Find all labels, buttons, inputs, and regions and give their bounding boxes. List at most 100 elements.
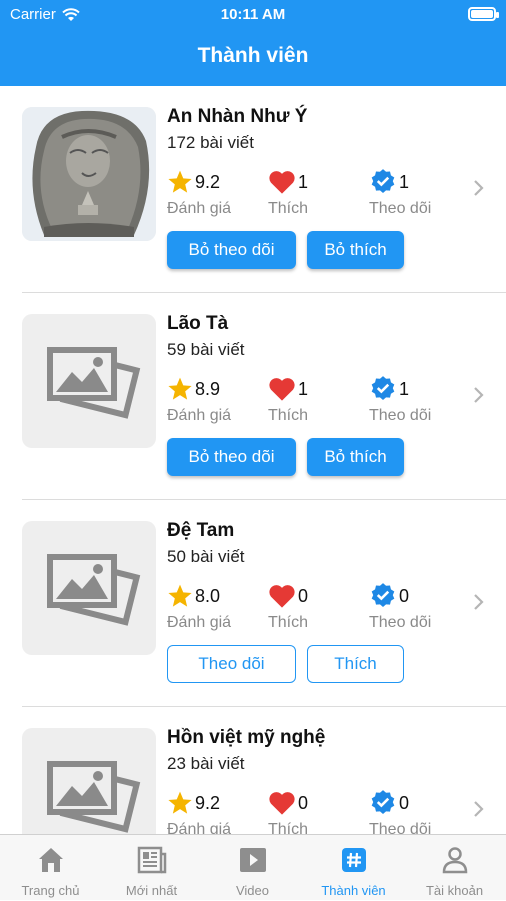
chevron-right-icon[interactable] bbox=[472, 385, 486, 405]
verified-icon bbox=[371, 790, 395, 814]
image-placeholder-icon bbox=[47, 761, 141, 833]
battery-icon bbox=[468, 7, 499, 21]
member-avatar bbox=[22, 521, 156, 655]
follows-value: 0 bbox=[399, 585, 410, 606]
unlike-button[interactable]: Bỏ thích bbox=[307, 438, 404, 476]
status-bar: Carrier 10:11 AM bbox=[0, 0, 506, 30]
rating-label: Đánh giá bbox=[167, 821, 232, 834]
member-card[interactable]: Đệ Tam 50 bài viết 8.0 Đánh giá 0 Thích … bbox=[0, 500, 506, 707]
follows-label: Theo dõi bbox=[369, 614, 432, 631]
tab-bar: Trang chủ Mới nhất Video Thành viên Tài … bbox=[0, 834, 506, 900]
rating-value: 9.2 bbox=[195, 171, 221, 192]
tab-label: Trang chủ bbox=[21, 883, 80, 898]
navigation-bar: Thành viên bbox=[0, 30, 506, 86]
member-card[interactable]: Hồn việt mỹ nghệ 23 bài viết 9.2 Đánh gi… bbox=[0, 707, 506, 834]
follows-value: 0 bbox=[399, 792, 410, 813]
rating-label: Đánh giá bbox=[167, 407, 232, 424]
post-count: 59 bài viết bbox=[167, 340, 245, 359]
unfollow-button[interactable]: Bỏ theo dõi bbox=[167, 438, 296, 476]
likes-label: Thích bbox=[268, 200, 309, 217]
likes-value: 1 bbox=[298, 171, 309, 192]
member-card[interactable]: Lão Tà 59 bài viết 8.9 Đánh giá 1 Thích … bbox=[0, 293, 506, 500]
member-avatar bbox=[22, 314, 156, 448]
star-icon bbox=[168, 170, 192, 193]
like-button[interactable]: Thích bbox=[307, 645, 404, 683]
follows-stat: 0 Theo dõi bbox=[369, 789, 469, 834]
heart-icon bbox=[269, 171, 295, 194]
heart-icon bbox=[269, 792, 295, 815]
member-avatar bbox=[22, 728, 156, 834]
rating-value: 8.0 bbox=[195, 585, 221, 606]
heart-icon bbox=[269, 585, 295, 608]
member-list[interactable]: An Nhàn Như Ý 172 bài viết 9.2 Đánh giá … bbox=[0, 86, 506, 834]
post-count: 23 bài viết bbox=[167, 754, 245, 773]
likes-label: Thích bbox=[268, 614, 309, 631]
follows-value: 1 bbox=[399, 171, 410, 192]
follows-label: Theo dõi bbox=[369, 200, 432, 217]
likes-stat: 1 Thích bbox=[268, 375, 368, 425]
tab-members[interactable]: Thành viên bbox=[303, 835, 404, 901]
member-name: An Nhàn Như Ý bbox=[167, 106, 308, 127]
follows-label: Theo dõi bbox=[369, 821, 432, 834]
likes-stat: 1 Thích bbox=[268, 168, 368, 218]
user-icon bbox=[442, 847, 468, 874]
member-name: Lão Tà bbox=[167, 313, 229, 334]
tab-label: Video bbox=[235, 883, 269, 898]
likes-label: Thích bbox=[268, 821, 309, 834]
image-placeholder-icon bbox=[47, 347, 141, 419]
follows-value: 1 bbox=[399, 378, 410, 399]
video-icon bbox=[240, 848, 266, 872]
rating-label: Đánh giá bbox=[167, 200, 232, 217]
unlike-button[interactable]: Bỏ thích bbox=[307, 231, 404, 269]
rating-stat: 8.9 Đánh giá bbox=[167, 375, 267, 425]
likes-value: 0 bbox=[298, 585, 309, 606]
follows-label: Theo dõi bbox=[369, 407, 432, 424]
likes-stat: 0 Thích bbox=[268, 582, 368, 632]
chevron-right-icon[interactable] bbox=[472, 592, 486, 612]
tab-latest[interactable]: Mới nhất bbox=[101, 835, 202, 901]
tab-label: Thành viên bbox=[321, 883, 386, 898]
verified-icon bbox=[371, 169, 395, 193]
rating-value: 8.9 bbox=[195, 378, 221, 399]
clock: 10:11 AM bbox=[220, 6, 286, 23]
verified-icon bbox=[371, 376, 395, 400]
verified-icon bbox=[371, 583, 395, 607]
likes-value: 0 bbox=[298, 792, 309, 813]
rating-stat: 9.2 Đánh giá bbox=[167, 168, 267, 218]
star-icon bbox=[168, 584, 192, 607]
star-icon bbox=[168, 377, 192, 400]
likes-value: 1 bbox=[298, 378, 309, 399]
follows-stat: 1 Theo dõi bbox=[369, 168, 469, 218]
follows-stat: 0 Theo dõi bbox=[369, 582, 469, 632]
home-icon bbox=[39, 848, 63, 872]
likes-label: Thích bbox=[268, 407, 309, 424]
tab-label: Tài khoản bbox=[425, 883, 484, 898]
follow-button[interactable]: Theo dõi bbox=[167, 645, 296, 683]
rating-stat: 8.0 Đánh giá bbox=[167, 582, 267, 632]
tab-label: Mới nhất bbox=[125, 883, 178, 898]
unfollow-button[interactable]: Bỏ theo dõi bbox=[167, 231, 296, 269]
post-count: 50 bài viết bbox=[167, 547, 245, 566]
member-card[interactable]: An Nhàn Như Ý 172 bài viết 9.2 Đánh giá … bbox=[0, 86, 506, 293]
post-count: 172 bài viết bbox=[167, 133, 254, 152]
chevron-right-icon[interactable] bbox=[472, 799, 486, 819]
newspaper-icon bbox=[137, 846, 167, 874]
rating-label: Đánh giá bbox=[167, 614, 232, 631]
follows-stat: 1 Theo dõi bbox=[369, 375, 469, 425]
member-name: Đệ Tam bbox=[167, 520, 235, 541]
likes-stat: 0 Thích bbox=[268, 789, 368, 834]
rating-value: 9.2 bbox=[195, 792, 221, 813]
chevron-right-icon[interactable] bbox=[472, 178, 486, 198]
tab-home[interactable]: Trang chủ bbox=[0, 835, 101, 901]
hashtag-icon bbox=[342, 848, 366, 872]
image-placeholder-icon bbox=[47, 554, 141, 626]
tab-video[interactable]: Video bbox=[202, 835, 303, 901]
buddha-relief-photo bbox=[22, 107, 156, 241]
tab-account[interactable]: Tài khoản bbox=[404, 835, 505, 901]
member-name: Hồn việt mỹ nghệ bbox=[167, 727, 326, 748]
rating-stat: 9.2 Đánh giá bbox=[167, 789, 267, 834]
page-title: Thành viên bbox=[197, 44, 309, 67]
star-icon bbox=[168, 791, 192, 814]
heart-icon bbox=[269, 378, 295, 401]
member-avatar bbox=[22, 107, 156, 241]
